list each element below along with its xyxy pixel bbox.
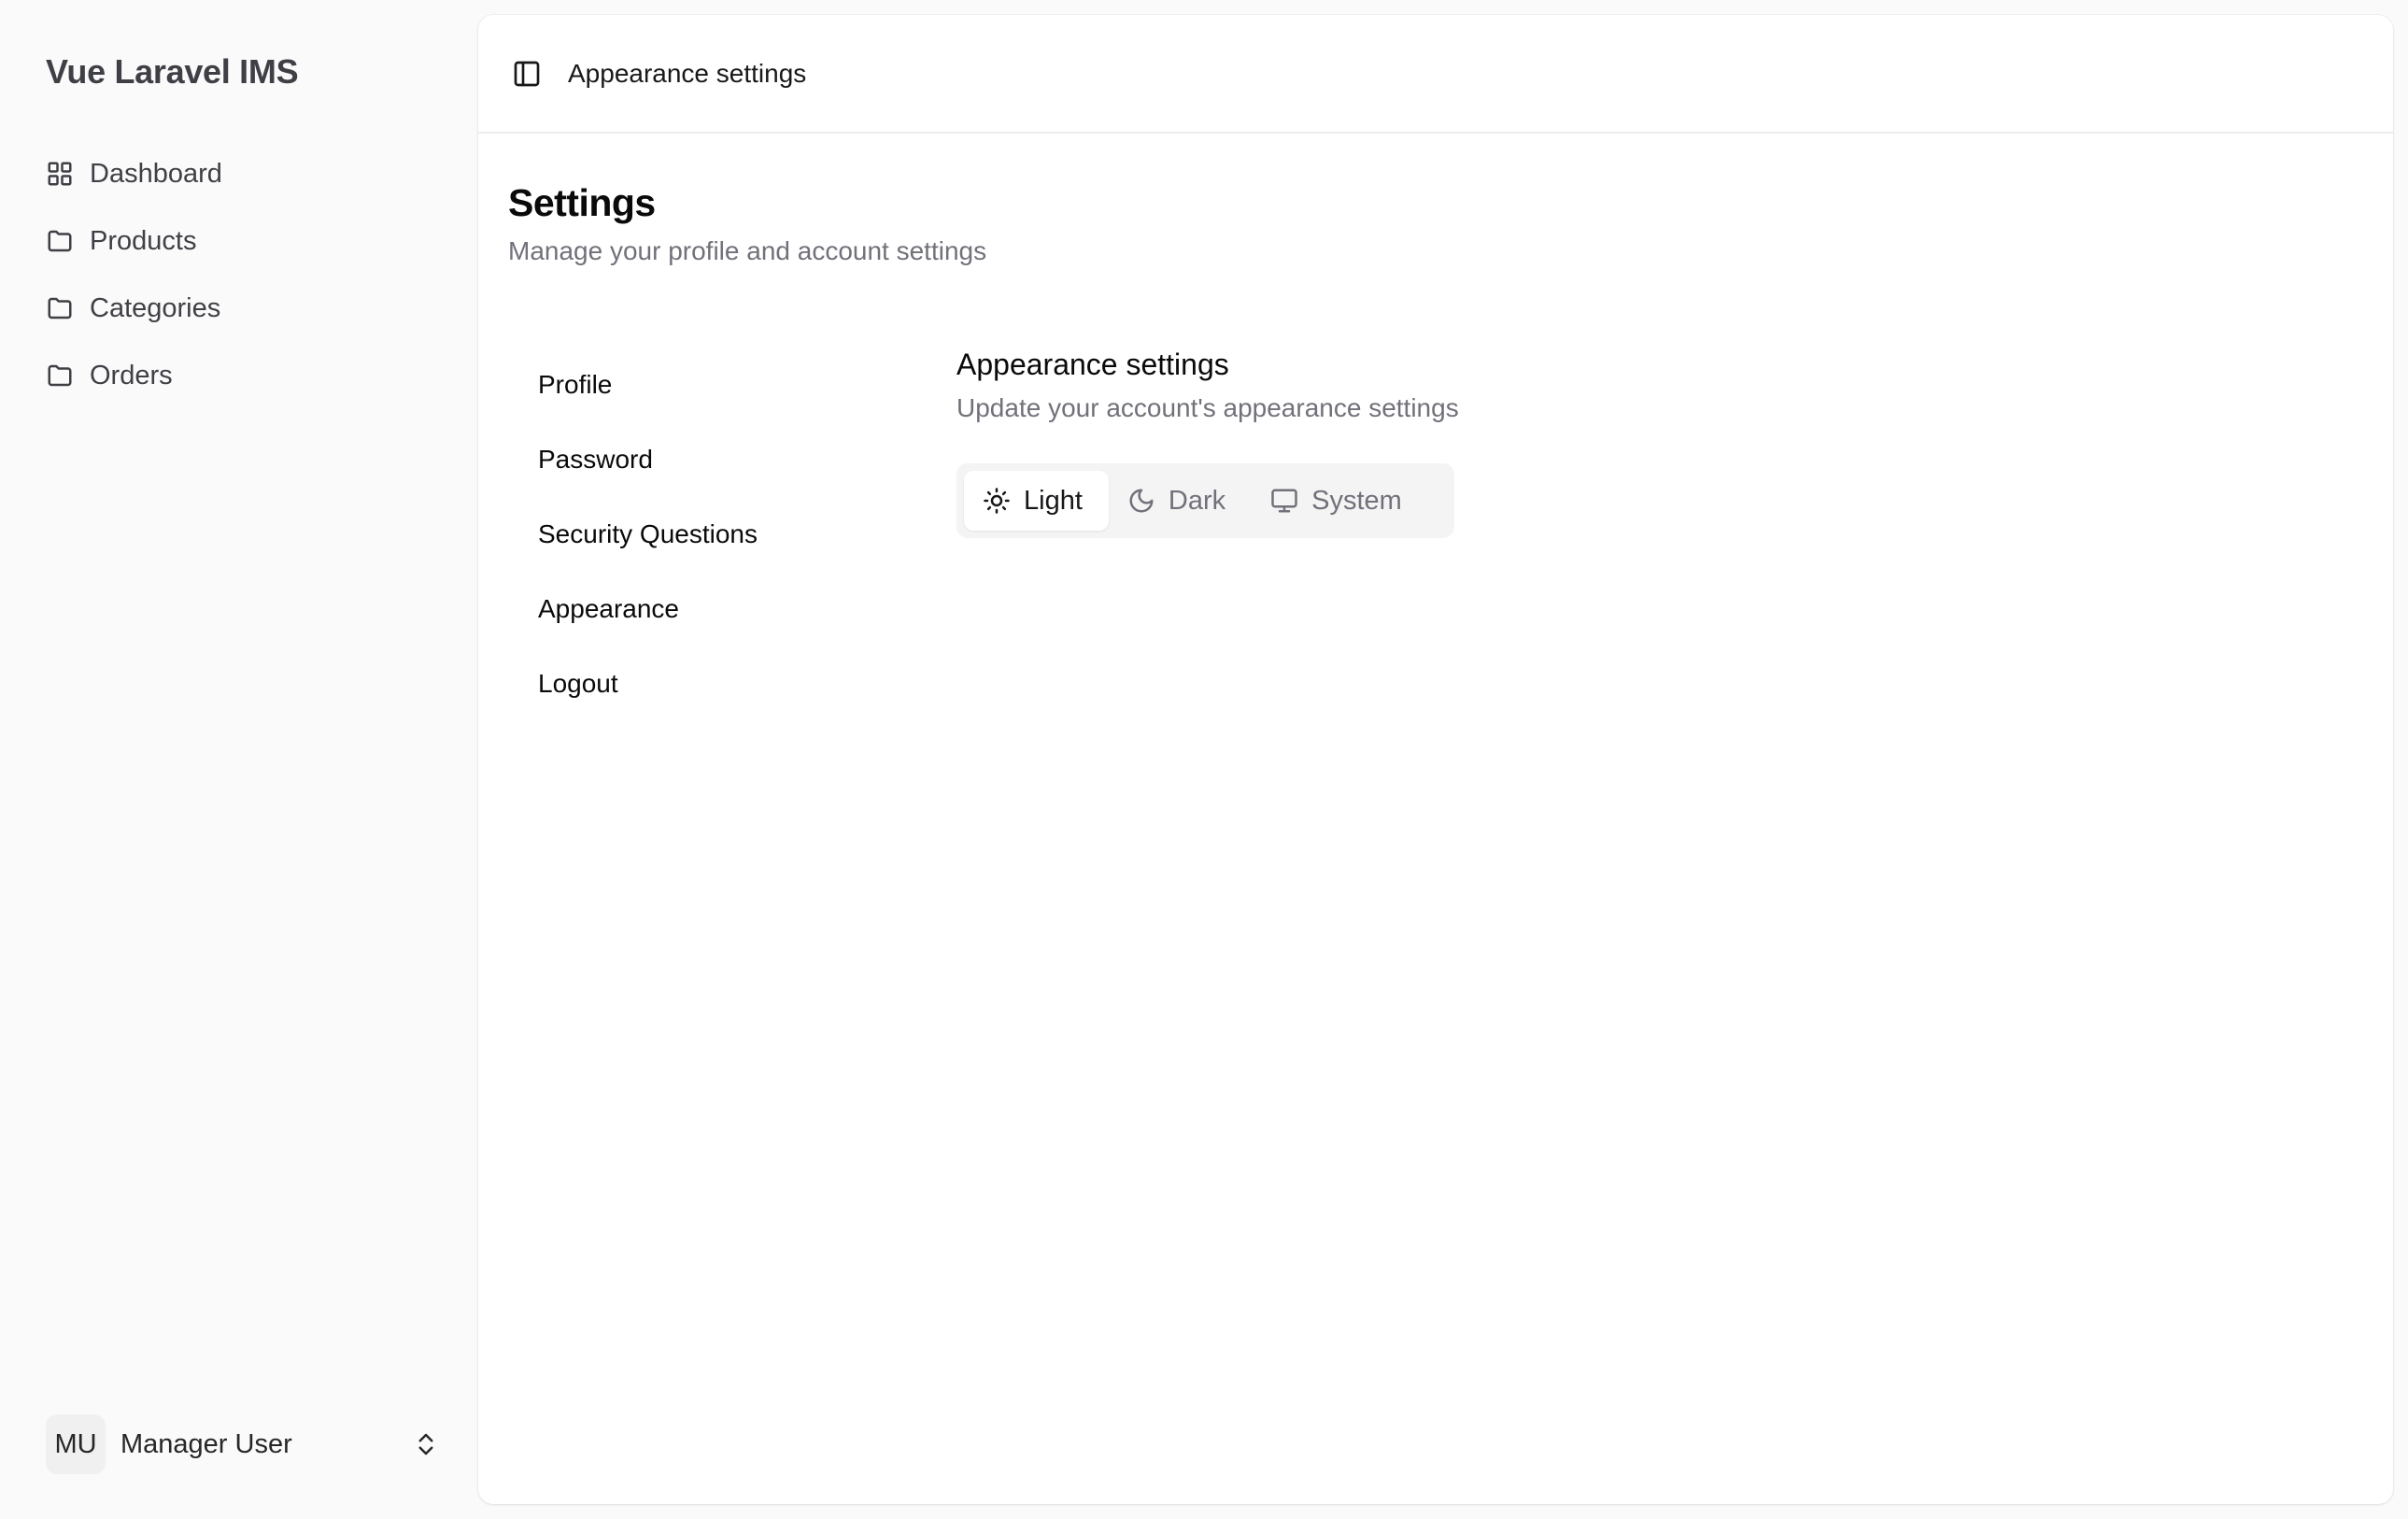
sidebar: Vue Laravel IMS Dashboard Products Categ… bbox=[0, 0, 476, 1519]
app-title: Vue Laravel IMS bbox=[46, 52, 299, 91]
sidebar-item-products[interactable]: Products bbox=[46, 207, 457, 275]
breadcrumb: Appearance settings bbox=[568, 58, 807, 88]
theme-system-button[interactable]: System bbox=[1252, 471, 1428, 531]
theme-light-button[interactable]: Light bbox=[964, 471, 1109, 531]
user-name: Manager User bbox=[120, 1428, 292, 1459]
topbar: Appearance settings bbox=[478, 15, 2393, 134]
sidebar-item-label: Products bbox=[90, 225, 197, 256]
main-panel: Appearance settings Settings Manage your… bbox=[478, 15, 2393, 1504]
theme-option-label: Dark bbox=[1168, 485, 1226, 516]
settings-nav-appearance[interactable]: Appearance bbox=[538, 572, 893, 646]
sidebar-toggle-icon[interactable] bbox=[512, 59, 542, 89]
settings-nav-security-questions[interactable]: Security Questions bbox=[538, 497, 893, 572]
sidebar-item-orders[interactable]: Orders bbox=[46, 342, 457, 409]
sidebar-item-label: Orders bbox=[90, 360, 173, 390]
sidebar-item-label: Categories bbox=[90, 292, 221, 323]
sidebar-item-dashboard[interactable]: Dashboard bbox=[46, 140, 457, 207]
section-title: Appearance settings bbox=[956, 348, 1229, 381]
theme-option-label: System bbox=[1311, 485, 1402, 516]
avatar: MU bbox=[46, 1414, 106, 1474]
folder-icon bbox=[46, 294, 74, 322]
moon-icon bbox=[1129, 489, 1154, 513]
settings-nav-password[interactable]: Password bbox=[538, 422, 893, 497]
theme-option-label: Light bbox=[1024, 485, 1083, 516]
theme-selector: Light Dark System bbox=[956, 463, 1454, 538]
settings-nav-logout[interactable]: Logout bbox=[538, 646, 893, 721]
section-subtitle: Update your account's appearance setting… bbox=[956, 393, 1459, 422]
page-subtitle: Manage your profile and account settings bbox=[508, 236, 987, 265]
theme-dark-button[interactable]: Dark bbox=[1109, 471, 1252, 531]
sun-icon bbox=[984, 488, 1010, 514]
settings-nav-profile[interactable]: Profile bbox=[538, 348, 893, 422]
appearance-section: Appearance settings Update your account'… bbox=[956, 348, 1459, 423]
sidebar-item-label: Dashboard bbox=[90, 158, 222, 189]
sidebar-item-categories[interactable]: Categories bbox=[46, 275, 457, 342]
folder-icon bbox=[46, 227, 74, 255]
folder-icon bbox=[46, 362, 74, 390]
monitor-icon bbox=[1271, 489, 1297, 513]
sidebar-nav: Dashboard Products Categories Orders bbox=[46, 140, 457, 409]
grid-icon bbox=[46, 160, 74, 188]
page-header: Settings Manage your profile and account… bbox=[508, 181, 986, 266]
page-title: Settings bbox=[508, 181, 656, 224]
chevrons-up-down-icon bbox=[418, 1433, 433, 1455]
user-menu-button[interactable]: MU Manager User bbox=[46, 1414, 440, 1474]
settings-nav: Profile Password Security Questions Appe… bbox=[538, 348, 893, 721]
